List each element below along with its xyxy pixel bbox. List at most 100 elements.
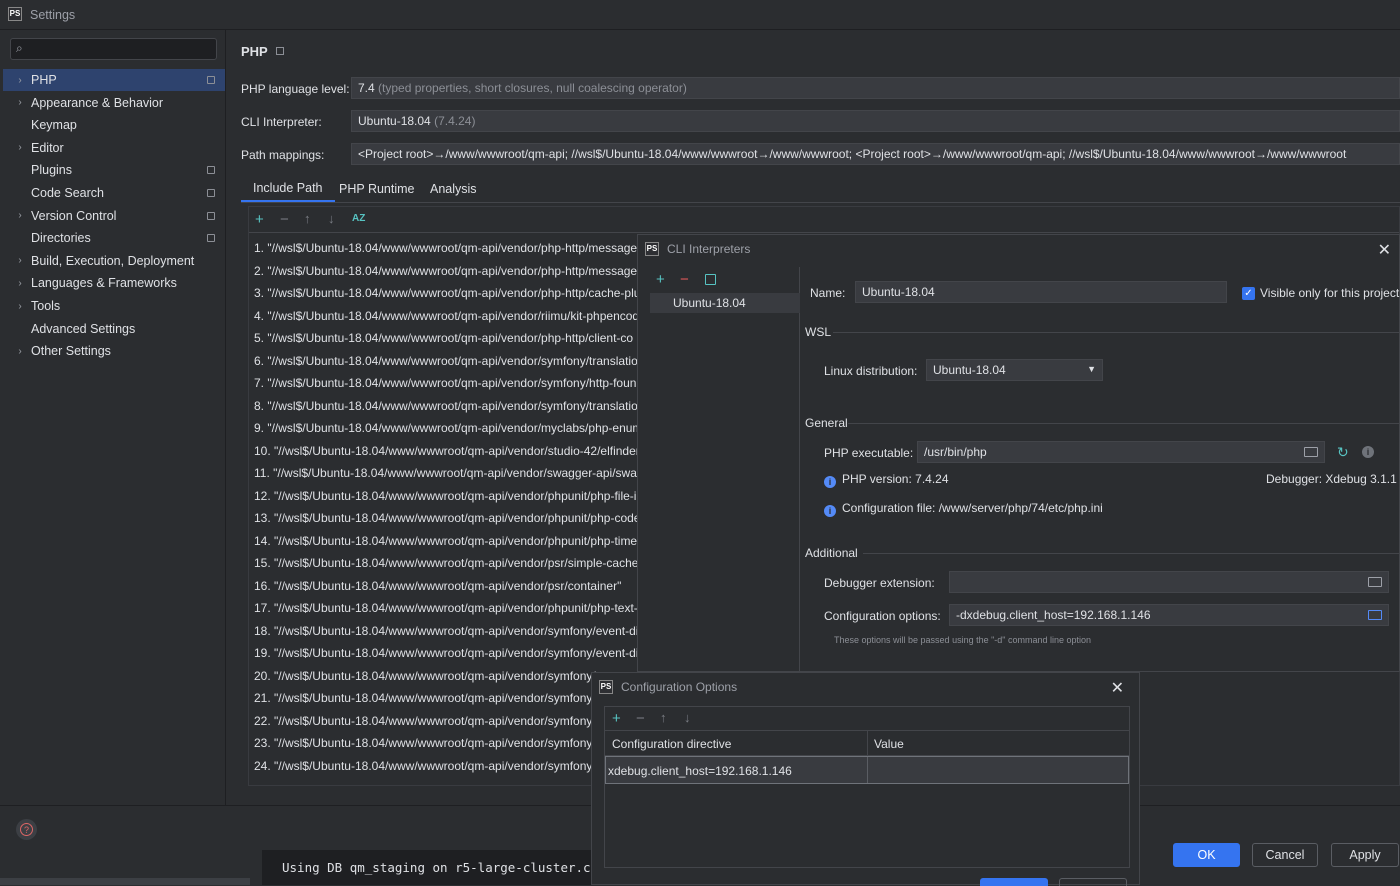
add-icon[interactable]: + bbox=[255, 211, 264, 228]
sidebar-item-appearance-behavior[interactable]: › Appearance & Behavior bbox=[3, 92, 225, 114]
debugger-extension-label: Debugger extension: bbox=[824, 576, 935, 590]
debugger-text: Debugger: Xdebug 3.1.1 bbox=[1266, 472, 1397, 486]
path-mappings-field[interactable]: <Project root>→/www/wwwroot/qm-api; //ws… bbox=[351, 143, 1400, 165]
move-down-icon[interactable]: ↓ bbox=[684, 710, 691, 725]
move-down-icon[interactable]: ↓ bbox=[328, 211, 335, 226]
tab-include-path[interactable]: Include Path bbox=[241, 176, 335, 202]
sidebar-item-keymap[interactable]: Keymap bbox=[3, 114, 225, 136]
list-item[interactable]: 8. "//wsl$/Ubuntu-18.04/www/wwwroot/qm-a… bbox=[254, 395, 654, 417]
list-item[interactable]: 10. "//wsl$/Ubuntu-18.04/www/wwwroot/qm-… bbox=[254, 440, 654, 462]
move-up-icon[interactable]: ↑ bbox=[304, 211, 311, 226]
list-item[interactable]: 4. "//wsl$/Ubuntu-18.04/www/wwwroot/qm-a… bbox=[254, 305, 654, 327]
sidebar-item-advanced-settings[interactable]: Advanced Settings bbox=[3, 318, 225, 340]
list-item[interactable]: 1. "//wsl$/Ubuntu-18.04/www/wwwroot/qm-a… bbox=[254, 237, 654, 259]
chevron-right-icon: › bbox=[18, 277, 22, 289]
list-item[interactable]: 3. "//wsl$/Ubuntu-18.04/www/wwwroot/qm-a… bbox=[254, 282, 654, 304]
remove-icon[interactable]: − bbox=[280, 211, 289, 228]
move-up-icon[interactable]: ↑ bbox=[660, 710, 667, 725]
list-item[interactable]: 17. "//wsl$/Ubuntu-18.04/www/wwwroot/qm-… bbox=[254, 597, 654, 619]
chevron-right-icon: › bbox=[18, 255, 22, 267]
list-item[interactable]: 9. "//wsl$/Ubuntu-18.04/www/wwwroot/qm-a… bbox=[254, 417, 654, 439]
list-item[interactable]: 18. "//wsl$/Ubuntu-18.04/www/wwwroot/qm-… bbox=[254, 620, 654, 642]
window-title: Settings bbox=[30, 8, 76, 22]
apply-button[interactable]: Apply bbox=[1331, 843, 1399, 867]
column-header-value[interactable]: Value bbox=[874, 737, 904, 751]
sidebar-item-build-execution-deployment[interactable]: › Build, Execution, Deployment bbox=[3, 250, 225, 272]
debugger-extension-field[interactable] bbox=[949, 571, 1389, 593]
list-item[interactable]: 12. "//wsl$/Ubuntu-18.04/www/wwwroot/qm-… bbox=[254, 485, 654, 507]
general-section-title: General bbox=[805, 416, 848, 430]
php-executable-field[interactable]: /usr/bin/php bbox=[917, 441, 1325, 463]
phpstorm-logo-icon: PS bbox=[645, 242, 659, 256]
sidebar-item-plugins[interactable]: Plugins bbox=[3, 159, 225, 181]
copy-icon[interactable] bbox=[705, 274, 716, 285]
chevron-right-icon: › bbox=[18, 210, 22, 222]
directive-cell[interactable]: xdebug.client_host=192.168.1.146 bbox=[608, 764, 792, 778]
folder-icon[interactable] bbox=[1304, 447, 1318, 457]
close-icon[interactable]: ✕ bbox=[1111, 678, 1124, 698]
sidebar-item-version-control[interactable]: › Version Control bbox=[3, 205, 225, 227]
tab-php-runtime[interactable]: PHP Runtime bbox=[327, 176, 427, 202]
list-item[interactable]: 15. "//wsl$/Ubuntu-18.04/www/wwwroot/qm-… bbox=[254, 552, 654, 574]
configuration-options-dialog: PS Configuration Options ✕ + − ↑ ↓ Confi… bbox=[591, 672, 1140, 886]
column-header-directive[interactable]: Configuration directive bbox=[612, 737, 731, 751]
add-icon[interactable]: + bbox=[656, 271, 665, 288]
list-item[interactable]: 13. "//wsl$/Ubuntu-18.04/www/wwwroot/qm-… bbox=[254, 507, 654, 529]
help-button[interactable]: ? bbox=[16, 819, 37, 840]
sidebar-item-languages-frameworks[interactable]: › Languages & Frameworks bbox=[3, 272, 225, 294]
pin-icon bbox=[207, 234, 215, 243]
visible-only-checkbox[interactable]: ✓ bbox=[1242, 287, 1255, 300]
refresh-icon[interactable]: ↻ bbox=[1337, 444, 1349, 461]
list-item[interactable]: 6. "//wsl$/Ubuntu-18.04/www/wwwroot/qm-a… bbox=[254, 350, 654, 372]
config-file-text: i Configuration file: /www/server/php/74/… bbox=[824, 501, 1103, 517]
chevron-right-icon: › bbox=[18, 74, 22, 86]
close-icon[interactable]: ✕ bbox=[1378, 240, 1391, 260]
list-item[interactable]: 14. "//wsl$/Ubuntu-18.04/www/wwwroot/qm-… bbox=[254, 530, 654, 552]
sidebar-item-label: Languages & Frameworks bbox=[31, 276, 177, 291]
sidebar-item-php[interactable]: › PHP bbox=[3, 69, 225, 91]
sort-alpha-icon[interactable]: AZ bbox=[352, 213, 365, 224]
list-item[interactable]: 11. "//wsl$/Ubuntu-18.04/www/wwwroot/qm-… bbox=[254, 462, 654, 484]
path-mappings-label: Path mappings: bbox=[241, 148, 325, 162]
configuration-options-field[interactable]: -dxdebug.client_host=192.168.1.146 bbox=[949, 604, 1389, 626]
php-executable-label: PHP executable: bbox=[824, 446, 914, 460]
language-level-select[interactable]: 7.4 (typed properties, short closures, n… bbox=[351, 77, 1400, 99]
scrollbar[interactable] bbox=[0, 878, 250, 885]
remove-icon[interactable]: − bbox=[680, 271, 689, 288]
sidebar-item-label: Directories bbox=[31, 231, 91, 246]
table-row[interactable]: xdebug.client_host=192.168.1.146 bbox=[605, 756, 1129, 784]
pin-icon bbox=[207, 189, 215, 197]
cli-interpreter-label: CLI Interpreter: bbox=[241, 115, 322, 129]
sidebar-item-code-search[interactable]: Code Search bbox=[3, 182, 225, 204]
sidebar-item-other-settings[interactable]: › Other Settings bbox=[3, 340, 225, 362]
add-icon[interactable]: + bbox=[612, 710, 621, 727]
chevron-right-icon: › bbox=[18, 142, 22, 154]
help-icon: ? bbox=[20, 823, 33, 836]
ok-button[interactable]: OK bbox=[1173, 843, 1240, 867]
settings-search-input[interactable]: ⌕ bbox=[10, 38, 217, 60]
sidebar-item-tools[interactable]: › Tools bbox=[3, 295, 225, 317]
sidebar-item-label: Tools bbox=[31, 299, 61, 313]
list-item[interactable]: 7. "//wsl$/Ubuntu-18.04/www/wwwroot/qm-a… bbox=[254, 372, 654, 394]
list-item[interactable]: 19. "//wsl$/Ubuntu-18.04/www/wwwroot/qm-… bbox=[254, 642, 654, 664]
tab-analysis[interactable]: Analysis bbox=[418, 176, 489, 202]
name-field[interactable]: Ubuntu-18.04 bbox=[855, 281, 1227, 303]
list-item[interactable]: 2. "//wsl$/Ubuntu-18.04/www/wwwroot/qm-a… bbox=[254, 260, 654, 282]
list-item[interactable]: 16. "//wsl$/Ubuntu-18.04/www/wwwroot/qm-… bbox=[254, 575, 654, 597]
cancel-button[interactable]: Cancel bbox=[1252, 843, 1318, 867]
wsl-section-title: WSL bbox=[805, 325, 832, 339]
linux-distribution-select[interactable]: Ubuntu-18.04 ▼ bbox=[926, 359, 1103, 381]
sidebar-item-directories[interactable]: Directories bbox=[3, 227, 225, 249]
remove-icon[interactable]: − bbox=[636, 710, 645, 727]
title-bar: PS Settings bbox=[0, 0, 1400, 30]
config-table-panel: + − ↑ ↓ Configuration directive Value xd… bbox=[604, 706, 1130, 868]
cli-interpreter-select[interactable]: Ubuntu-18.04 (7.4.24) bbox=[351, 110, 1400, 132]
sidebar-item-editor[interactable]: › Editor bbox=[3, 137, 225, 159]
chevron-right-icon: › bbox=[18, 97, 22, 109]
folder-icon[interactable] bbox=[1368, 610, 1382, 620]
interpreter-list-item[interactable]: Ubuntu-18.04 bbox=[650, 293, 800, 313]
options-hint: These options will be passed using the "… bbox=[834, 635, 1092, 645]
folder-icon[interactable] bbox=[1368, 577, 1382, 587]
info-icon[interactable]: i bbox=[1362, 446, 1374, 458]
list-item[interactable]: 5. "//wsl$/Ubuntu-18.04/www/wwwroot/qm-a… bbox=[254, 327, 654, 349]
